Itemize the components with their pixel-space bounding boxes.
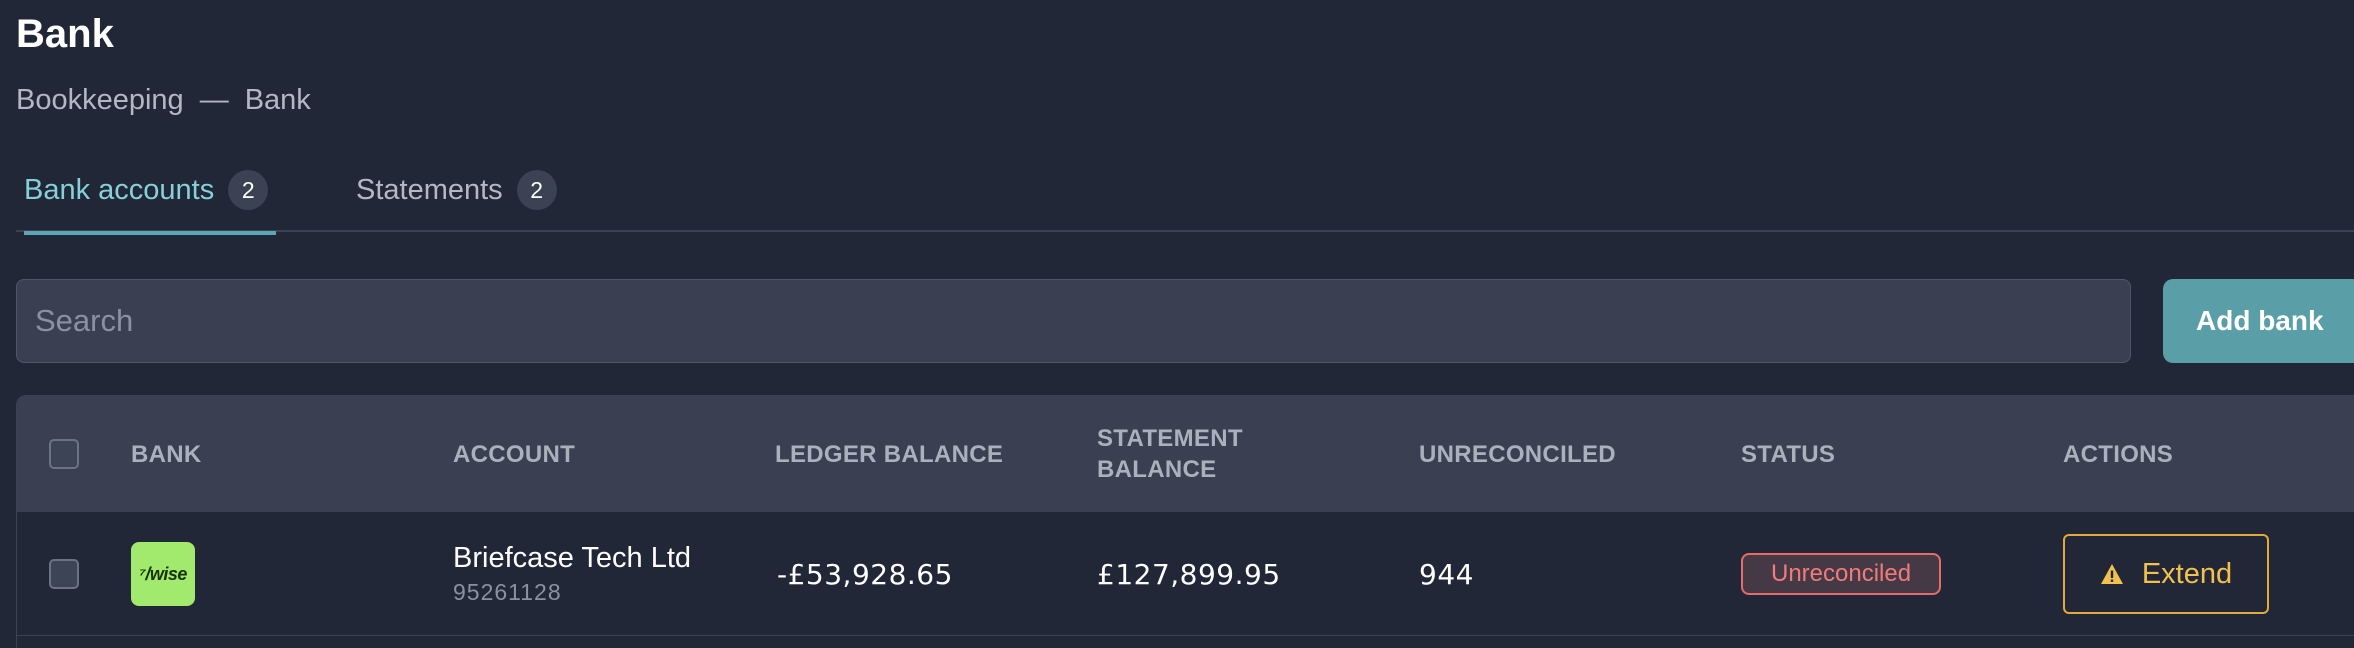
status-cell: Unreconciled [1741,512,1942,636]
column-header-status[interactable]: STATUS [1741,396,1835,512]
ledger-balance-value: -£53,928.65 [777,557,953,591]
row-select-cell [49,512,79,636]
unreconciled-count: 944 [1419,557,1474,591]
account-number: 95261128 [453,579,562,605]
account-cell: Briefcase Tech Ltd 95261128 [453,512,691,636]
breadcrumb-parent[interactable]: Bookkeeping [16,84,184,117]
select-all-cell [49,396,79,512]
tab-bar: Bank accounts 2 Statements 2 [16,170,2354,235]
column-header-bank[interactable]: BANK [131,396,202,512]
bank-page: Bank Bookkeeping — Bank Bank accounts 2 … [0,0,2354,648]
add-bank-button[interactable]: Add bank [2163,279,2354,363]
breadcrumb: Bookkeeping — Bank [16,84,311,117]
wise-logo-icon: ⁷/wise [131,542,195,606]
tab-statements[interactable]: Statements 2 [356,170,557,232]
table-header: BANK ACCOUNT LEDGER BALANCE STATEMENT BA… [17,396,2354,512]
breadcrumb-separator: — [199,84,229,116]
tab-bank-accounts-label: Bank accounts [24,174,215,206]
tab-statements-label: Statements [356,174,503,206]
bank-accounts-table: BANK ACCOUNT LEDGER BALANCE STATEMENT BA… [16,395,2354,648]
extend-button-label: Extend [2141,557,2233,590]
status-badge: Unreconciled [1741,553,1942,595]
account-name[interactable]: Briefcase Tech Ltd [453,540,691,576]
search-input[interactable] [16,279,2131,363]
page-title: Bank [16,12,114,56]
tab-bank-accounts[interactable]: Bank accounts 2 [24,170,277,235]
actions-cell: Extend [2063,512,2269,636]
table-row[interactable]: ⁷/wise Briefcase Tech Ltd 95261128 -£53,… [17,512,2354,636]
warning-icon [2100,564,2123,584]
bank-cell: ⁷/wise [131,512,195,636]
column-header-actions: ACTIONS [2063,440,2174,468]
column-header-account[interactable]: ACCOUNT [453,396,575,512]
select-all-checkbox[interactable] [49,439,79,469]
extend-button[interactable]: Extend [2063,534,2269,614]
tab-statements-count: 2 [516,170,557,210]
row-checkbox[interactable] [49,559,79,589]
column-header-unreconciled[interactable]: UNRECONCILED [1419,396,1616,512]
breadcrumb-current: Bank [244,84,311,116]
column-header-ledger-balance[interactable]: LEDGER BALANCE [775,396,1003,512]
column-header-statement-balance[interactable]: STATEMENT BALANCE [1097,396,1297,512]
statement-balance-value: £127,899.95 [1097,557,1281,591]
tab-bank-accounts-count: 2 [228,170,269,210]
